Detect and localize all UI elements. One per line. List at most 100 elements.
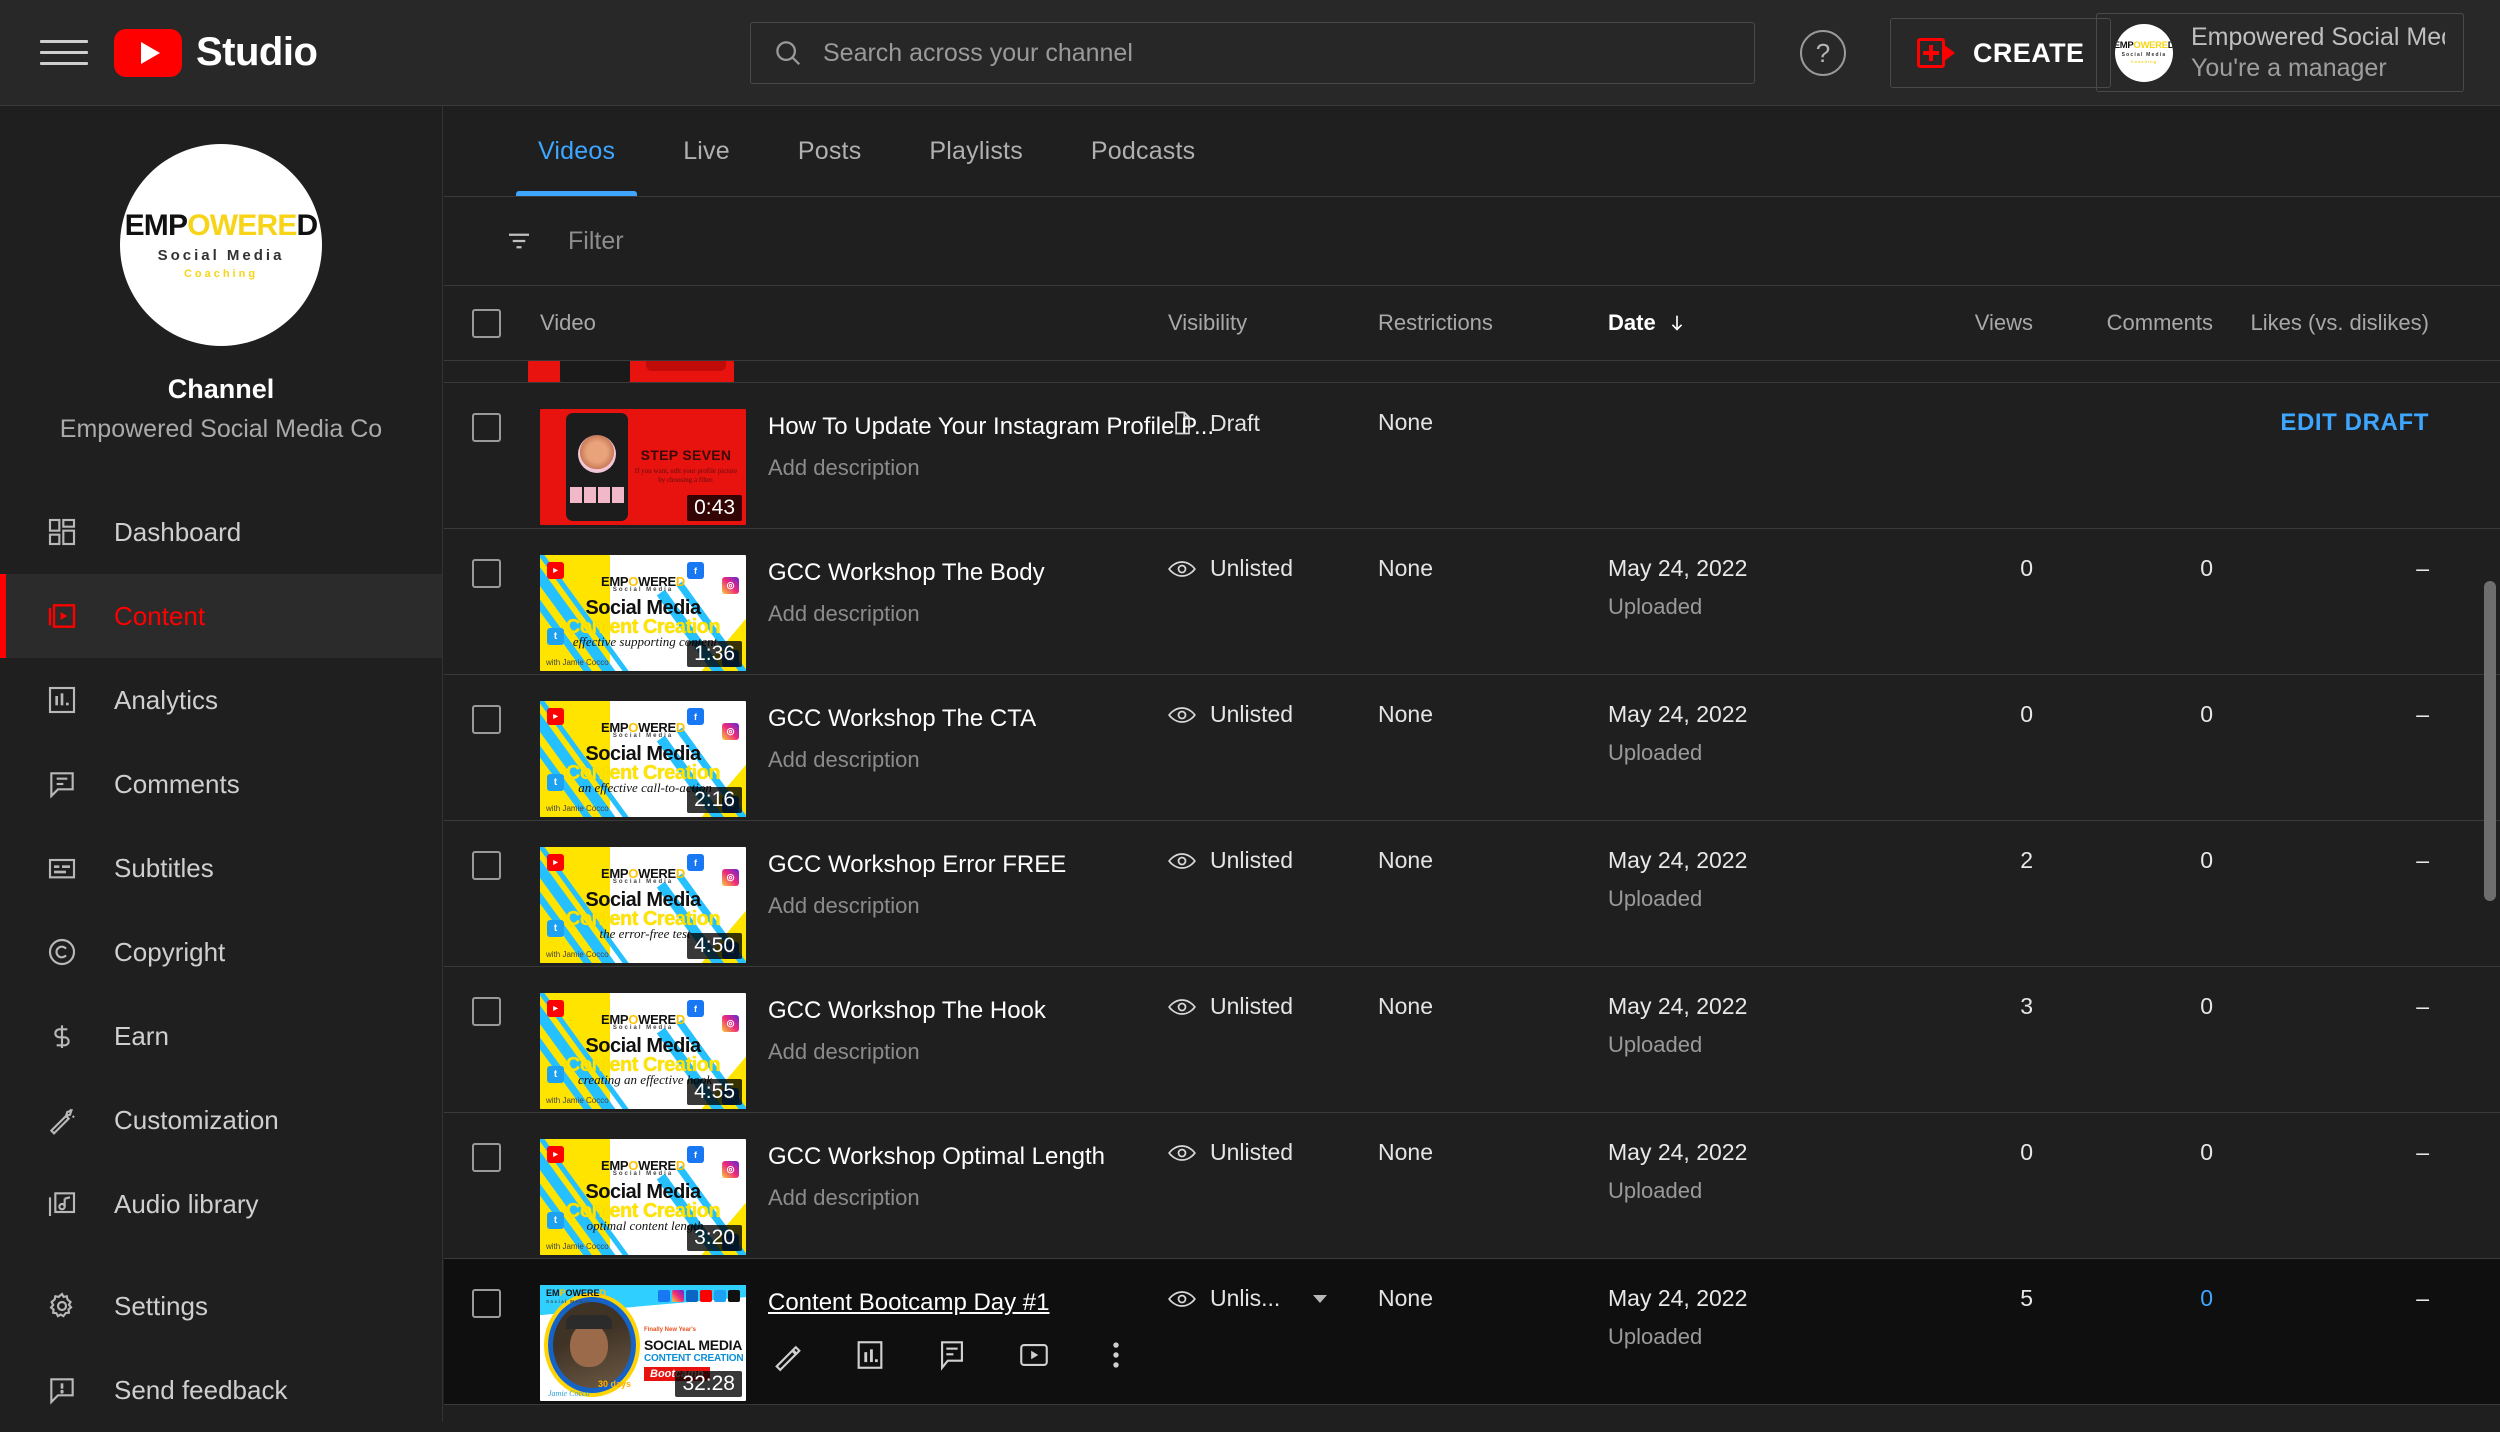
sidebar-item-analytics[interactable]: Analytics (0, 658, 442, 742)
sidebar-item-customization[interactable]: Customization (0, 1078, 442, 1162)
more-options-icon[interactable] (1096, 1335, 1136, 1375)
sidebar-item-subtitles[interactable]: Subtitles (0, 826, 442, 910)
filter-icon[interactable] (504, 226, 534, 256)
gear-icon (40, 1284, 84, 1328)
video-title[interactable]: GCC Workshop Optimal Length (768, 1143, 1105, 1171)
search-input[interactable] (823, 38, 1732, 68)
column-header-likes[interactable]: Likes (vs. dislikes) (2251, 310, 2429, 335)
brand-label: Studio (196, 30, 318, 74)
video-description[interactable]: Add description (768, 1185, 1105, 1211)
column-header-visibility[interactable]: Visibility (1168, 310, 1247, 335)
column-header-date[interactable]: Date (1608, 310, 1853, 336)
sidebar-item-dashboard[interactable]: Dashboard (0, 490, 442, 574)
table-row[interactable]: EMPOWERED Social Media Social Media Cont… (444, 821, 2500, 967)
create-label: CREATE (1973, 37, 2085, 68)
row-checkbox[interactable] (471, 1289, 501, 1318)
row-checkbox[interactable] (471, 851, 501, 880)
row-checkbox[interactable] (471, 1143, 501, 1172)
sidebar-item-settings[interactable]: Settings (0, 1264, 442, 1348)
video-thumbnail[interactable] (528, 361, 734, 382)
chevron-down-icon[interactable] (1308, 1287, 1332, 1311)
restrictions-value: None (1378, 1285, 1433, 1311)
help-button[interactable]: ? (1800, 30, 1846, 76)
row-checkbox[interactable] (471, 413, 501, 442)
search-bar[interactable] (750, 22, 1755, 84)
video-description[interactable]: Add description (768, 893, 1066, 919)
select-all-checkbox[interactable] (471, 308, 501, 338)
sidebar-item-content[interactable]: Content (0, 574, 442, 658)
analytics-bar-icon[interactable] (850, 1335, 890, 1375)
table-row-partial[interactable] (444, 361, 2500, 383)
upload-status: Uploaded (1608, 1178, 1703, 1203)
instagram-icon: ◎ (722, 1161, 739, 1178)
sidebar-item-label: Subtitles (114, 852, 214, 883)
comments-value: 0 (2200, 847, 2213, 873)
visibility-value: Unlisted (1210, 1139, 1294, 1165)
edit-draft-button[interactable]: EDIT DRAFT (2280, 409, 2429, 436)
table-row[interactable]: EMPOWERED Social Media Social Media Cont… (444, 1113, 2500, 1259)
channel-block: EMPOWERED Social Media Coaching Channel … (0, 106, 442, 444)
tab-podcasts[interactable]: Podcasts (1057, 106, 1229, 196)
channel-avatar[interactable]: EMPOWERED Social Media Coaching (120, 144, 322, 346)
video-thumbnail[interactable]: EMPOWERED Social Media Social Media Cont… (540, 1139, 746, 1255)
sidebar-item-audio-library[interactable]: Audio library (0, 1162, 442, 1246)
sidebar-item-copyright[interactable]: Copyright (0, 910, 442, 994)
tab-videos[interactable]: Videos (504, 106, 649, 196)
upload-status: Uploaded (1608, 740, 1703, 765)
sidebar-item-send-feedback[interactable]: Send feedback (0, 1348, 442, 1432)
twitter-icon: t (547, 1212, 564, 1229)
video-description[interactable]: Add description (768, 455, 1168, 481)
video-title[interactable]: GCC Workshop Error FREE (768, 851, 1066, 879)
sidebar: EMPOWERED Social Media Coaching Channel … (0, 106, 443, 1422)
video-title[interactable]: How To Update Your Instagram Profile P..… (768, 413, 1214, 441)
filter-input[interactable]: Filter (568, 227, 624, 256)
video-thumbnail[interactable]: EMPOWERED Social Media Social Media Cont… (540, 701, 746, 817)
row-checkbox[interactable] (471, 997, 501, 1026)
studio-logo[interactable]: Studio (114, 28, 318, 77)
comments-value[interactable]: 0 (2200, 1285, 2213, 1311)
row-checkbox[interactable] (471, 559, 501, 588)
scrollbar-thumb[interactable] (2484, 581, 2496, 901)
scrollbar[interactable] (2484, 361, 2496, 1423)
video-thumbnail[interactable]: STEP SEVEN If you want, edit your profil… (540, 409, 746, 525)
video-title[interactable]: GCC Workshop The CTA (768, 705, 1036, 733)
edit-icon[interactable] (768, 1335, 808, 1375)
video-title[interactable]: GCC Workshop The Hook (768, 997, 1046, 1025)
facebook-icon: f (687, 854, 704, 871)
column-header-comments[interactable]: Comments (2107, 310, 2213, 335)
video-description[interactable]: Add description (768, 1039, 1046, 1065)
video-thumbnail[interactable]: EMPOWERED Social Media Social Media Cont… (540, 993, 746, 1109)
table-row[interactable]: EMPOWERED Social Media Finally New Year' (444, 1259, 2500, 1405)
row-checkbox[interactable] (471, 705, 501, 734)
video-thumbnail[interactable]: EMPOWERED Social Media Finally New Year' (540, 1285, 746, 1401)
table-row[interactable]: EMPOWERED Social Media Social Media Cont… (444, 967, 2500, 1113)
youtube-play-icon[interactable] (1014, 1335, 1054, 1375)
column-header-views[interactable]: Views (1975, 310, 2033, 335)
sort-descending-icon (1671, 315, 1682, 331)
create-button[interactable]: CREATE (1890, 18, 2112, 88)
upload-status: Uploaded (1608, 886, 1703, 911)
table-row[interactable]: EMPOWERED Social Media Social Media Cont… (444, 529, 2500, 675)
account-chip[interactable]: EMPOWERED Social Media Coaching Empowere… (2096, 13, 2464, 92)
sidebar-item-earn[interactable]: Earn (0, 994, 442, 1078)
table-row[interactable]: EMPOWERED Social Media Social Media Cont… (444, 675, 2500, 821)
comment-icon[interactable] (932, 1335, 972, 1375)
video-thumbnail[interactable]: EMPOWERED Social Media Social Media Cont… (540, 555, 746, 671)
video-title[interactable]: GCC Workshop The Body (768, 559, 1045, 587)
video-description[interactable]: Add description (768, 747, 1036, 773)
eye-icon (1168, 560, 1196, 577)
video-thumbnail[interactable]: EMPOWERED Social Media Social Media Cont… (540, 847, 746, 963)
video-description[interactable]: Add description (768, 601, 1045, 627)
table-row[interactable]: STEP SEVEN If you want, edit your profil… (444, 383, 2500, 529)
column-header-restrictions[interactable]: Restrictions (1378, 310, 1493, 335)
search-icon (776, 41, 801, 66)
tab-live[interactable]: Live (649, 106, 764, 196)
hamburger-icon[interactable] (40, 35, 88, 71)
tab-playlists[interactable]: Playlists (895, 106, 1057, 196)
twitter-icon: t (547, 774, 564, 791)
likes-value: – (2416, 701, 2429, 727)
column-header-video[interactable]: Video (540, 310, 596, 335)
tab-posts[interactable]: Posts (764, 106, 896, 196)
sidebar-item-comments[interactable]: Comments (0, 742, 442, 826)
video-title[interactable]: Content Bootcamp Day #1 (768, 1289, 1136, 1317)
